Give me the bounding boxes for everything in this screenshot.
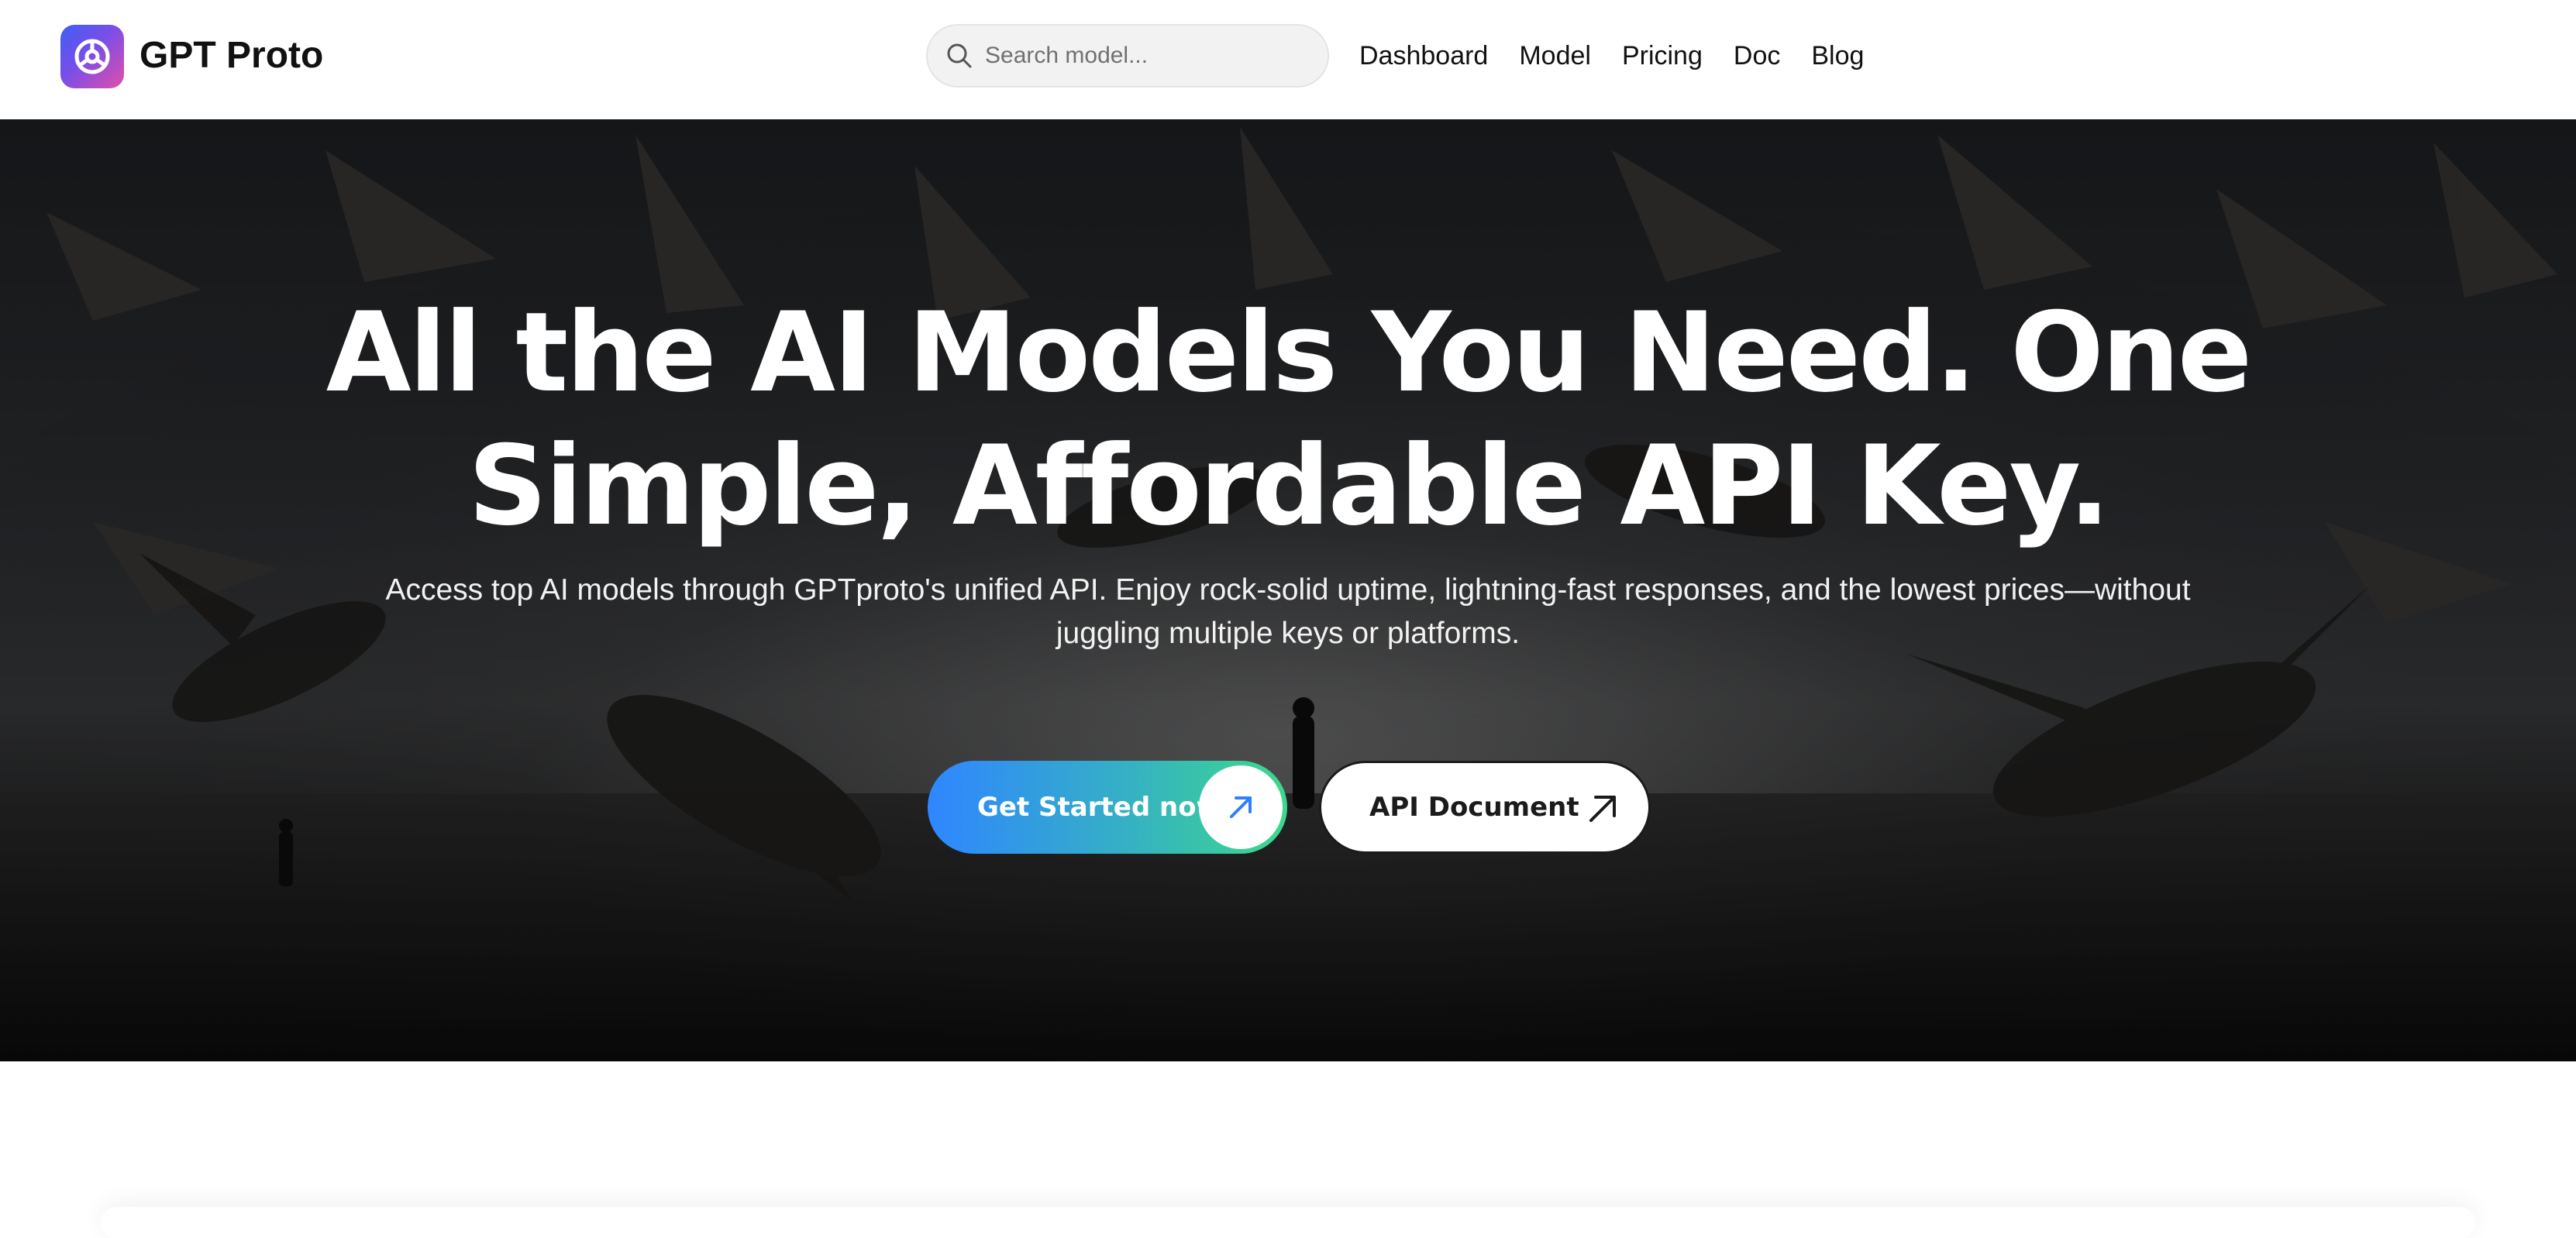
get-started-label: Get Started now [977, 792, 1221, 823]
nav-model[interactable]: Model [1519, 34, 1591, 77]
search-box[interactable] [926, 24, 1329, 88]
arrow-up-right-icon [1230, 796, 1252, 818]
api-document-button[interactable]: API Document [1319, 761, 1651, 854]
site-header: GPT Proto Dashboard Model Pricing Doc Bl… [0, 0, 2576, 119]
nav-blog[interactable]: Blog [1811, 34, 1864, 77]
hero-title: All the AI Models You Need. One Simple, … [325, 289, 2252, 550]
hero-subtitle: Access top AI models through GPTproto's … [385, 573, 2191, 650]
api-document-label: API Document [1369, 792, 1579, 823]
content-card-edge [101, 1207, 2475, 1238]
search-icon [947, 43, 972, 68]
nav-pricing[interactable]: Pricing [1622, 34, 1703, 77]
nav-dashboard[interactable]: Dashboard [1359, 34, 1488, 77]
arrow-up-right-icon [1589, 796, 1616, 822]
nav-doc[interactable]: Doc [1734, 34, 1780, 77]
search-input[interactable] [983, 42, 1309, 70]
get-started-button[interactable]: Get Started now [928, 761, 1287, 854]
hero-section: All the AI Models You Need. One Simple, … [0, 119, 2576, 1061]
content-section [0, 1061, 2576, 1238]
main-nav: Dashboard Model Pricing Doc Blog [1359, 34, 1864, 77]
get-started-circle [1199, 765, 1283, 849]
gptproto-logo-icon[interactable] [60, 25, 124, 88]
brand-name[interactable]: GPT Proto [139, 31, 323, 81]
